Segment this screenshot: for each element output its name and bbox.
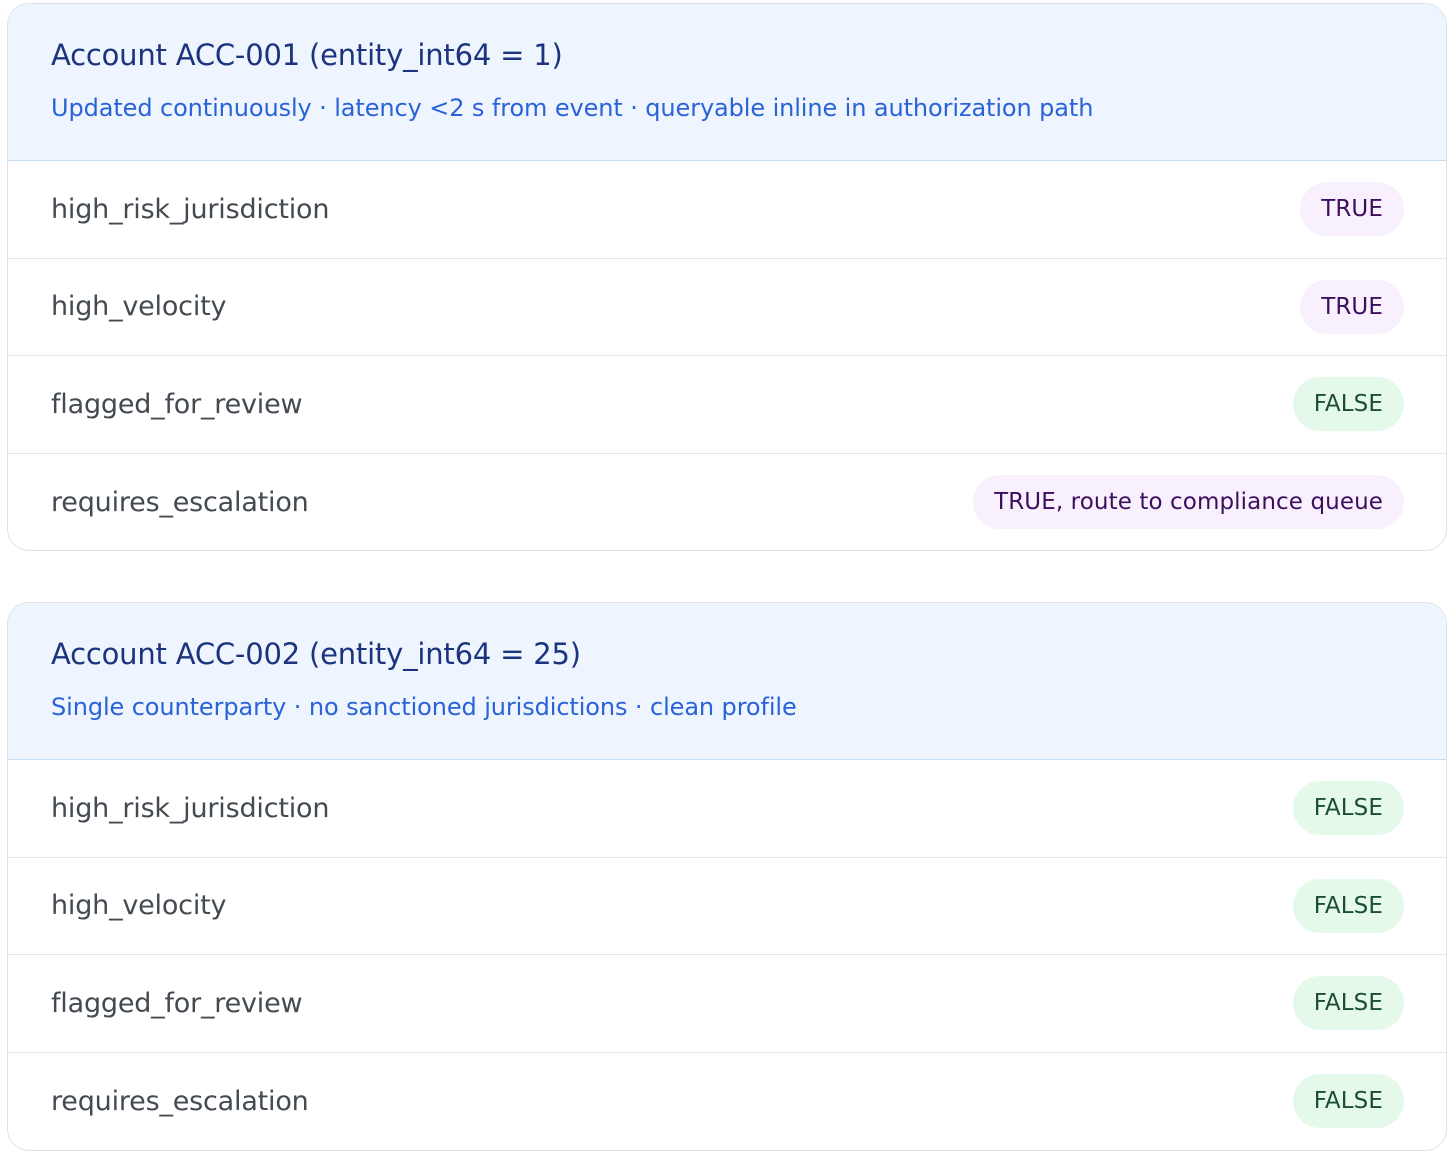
flag-list: high_risk_jurisdiction TRUE high_velocit…: [8, 161, 1446, 551]
flag-value-badge: FALSE: [1292, 878, 1404, 933]
flag-value-badge: FALSE: [1292, 781, 1404, 836]
flag-label: flagged_for_review: [51, 987, 303, 1019]
flag-row-flagged-for-review: flagged_for_review FALSE: [8, 955, 1446, 1053]
flag-value-badge: TRUE: [1300, 279, 1404, 334]
flag-value-badge: FALSE: [1292, 1074, 1404, 1129]
flag-label: high_velocity: [51, 291, 227, 323]
flag-label: flagged_for_review: [51, 388, 303, 420]
account-subtitle: Single counterparty · no sanctioned juri…: [51, 693, 797, 721]
flag-row-high-velocity: high_velocity TRUE: [8, 259, 1446, 356]
account-card-acc-002: Account ACC-002 (entity_int64 = 25) Sing…: [7, 602, 1447, 1151]
flag-list: high_risk_jurisdiction FALSE high_veloci…: [8, 760, 1446, 1150]
flag-row-high-risk-jurisdiction: high_risk_jurisdiction FALSE: [8, 760, 1446, 858]
account-card-acc-001: Account ACC-001 (entity_int64 = 1) Updat…: [7, 3, 1447, 551]
account-title: Account ACC-001 (entity_int64 = 1): [51, 38, 563, 72]
flag-row-high-velocity: high_velocity FALSE: [8, 858, 1446, 955]
flag-row-high-risk-jurisdiction: high_risk_jurisdiction TRUE: [8, 161, 1446, 259]
flag-row-requires-escalation: requires_escalation TRUE, route to compl…: [8, 454, 1446, 551]
flag-row-flagged-for-review: flagged_for_review FALSE: [8, 356, 1446, 454]
account-card-header: Account ACC-001 (entity_int64 = 1) Updat…: [8, 4, 1446, 161]
flag-value-badge: FALSE: [1292, 976, 1404, 1031]
flag-row-requires-escalation: requires_escalation FALSE: [8, 1053, 1446, 1151]
flag-label: high_velocity: [51, 890, 227, 922]
flag-value-badge: FALSE: [1292, 377, 1404, 432]
flag-label: requires_escalation: [51, 1085, 309, 1117]
account-title: Account ACC-002 (entity_int64 = 25): [51, 637, 581, 671]
flag-label: requires_escalation: [51, 486, 309, 518]
account-subtitle: Updated continuously · latency <2 s from…: [51, 94, 1094, 122]
flag-label: high_risk_jurisdiction: [51, 193, 330, 225]
flag-value-badge: TRUE: [1300, 182, 1404, 237]
flag-value-badge: TRUE, route to compliance queue: [973, 475, 1404, 530]
account-card-header: Account ACC-002 (entity_int64 = 25) Sing…: [8, 603, 1446, 760]
flag-label: high_risk_jurisdiction: [51, 792, 330, 824]
